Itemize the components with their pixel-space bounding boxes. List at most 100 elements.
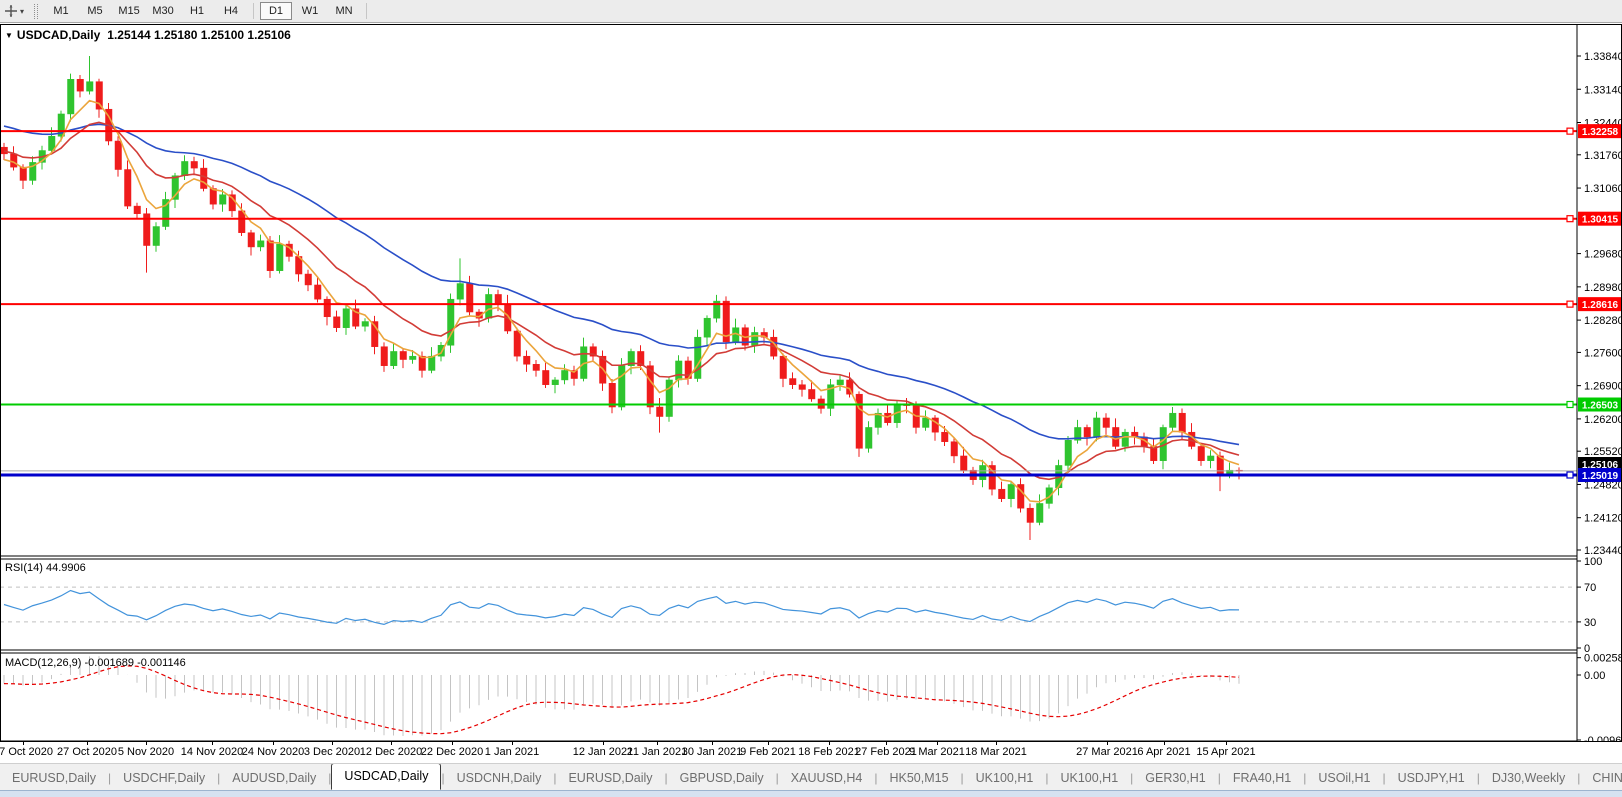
axis-price-label: 1.28616 (1582, 300, 1619, 311)
date-tick (768, 742, 769, 745)
chart-tab-usdjpy-h1[interactable]: USDJPY,H1 (1386, 766, 1477, 790)
macd-tick-label: 0.00 (1584, 670, 1605, 682)
timeframe-button-W1[interactable]: W1 (294, 2, 326, 20)
date-tick (212, 742, 213, 745)
date-label: 17 Oct 2020 (0, 746, 53, 758)
macd-tick-label: 0.00258 (1584, 653, 1622, 665)
macd-histogram (4, 656, 1239, 736)
axis-price-label: 1.26503 (1582, 401, 1619, 412)
chart-tab-china300-h1[interactable]: CHINA300,H1 (1580, 766, 1622, 790)
level-line-marker[interactable] (1567, 301, 1573, 307)
rsi-tick-label: 70 (1584, 582, 1596, 594)
chart-tab-bar: EURUSD,Daily|USDCHF,Daily|AUDUSD,Daily|U… (0, 763, 1622, 790)
date-tick (391, 742, 392, 745)
price-tick-label: 1.26900 (1584, 381, 1622, 393)
mt4-window: ▾ M1M5M15M30H1H4 D1W1MN ▼ USDCAD,Daily 1.25… (0, 0, 1622, 797)
price-chart-canvas[interactable]: 1.338401.331401.324401.317601.310601.296… (0, 24, 1622, 742)
mid-ma-line (4, 122, 1239, 479)
date-label: 24 Nov 2020 (242, 746, 304, 758)
price-tick-label: 1.33840 (1584, 51, 1622, 63)
cursor-tool-group[interactable]: ▾ (0, 4, 28, 18)
macd-tick-label: -0.009687 (1584, 735, 1622, 742)
chart-title-symbol: USDCAD,Daily (17, 28, 100, 42)
date-tick (512, 742, 513, 745)
timeframe-button-MN[interactable]: MN (328, 2, 360, 20)
date-label: 14 Nov 2020 (181, 746, 243, 758)
date-label: 3 Dec 2020 (304, 746, 360, 758)
rsi-tick-label: 100 (1584, 556, 1602, 568)
price-tick-label: 1.28980 (1584, 282, 1622, 294)
price-tick-label: 1.25520 (1584, 446, 1622, 458)
chart-tab-ger30-h1[interactable]: GER30,H1 (1133, 766, 1217, 790)
date-label: 5 Nov 2020 (118, 746, 174, 758)
date-label: 21 Jan 2021 (627, 746, 688, 758)
date-tick (332, 742, 333, 745)
top-toolbar: ▾ M1M5M15M30H1H4 D1W1MN (0, 0, 1622, 23)
chart-tab-audusd-daily[interactable]: AUDUSD,Daily (220, 766, 328, 790)
timeframe-toolbar: M1M5M15M30H1H4 D1W1MN (44, 2, 372, 20)
price-tick-label: 1.27600 (1584, 347, 1622, 359)
date-tick (603, 742, 604, 745)
chart-tab-usdcad-daily[interactable]: USDCAD,Daily (331, 763, 441, 790)
chart-tab-fra40-h1[interactable]: FRA40,H1 (1221, 766, 1303, 790)
chart-tab-usdcnh-daily[interactable]: USDCNH,Daily (445, 766, 554, 790)
axis-price-label: 1.30415 (1582, 215, 1619, 226)
timeframe-button-H4[interactable]: H4 (215, 2, 247, 20)
date-label: 15 Apr 2021 (1196, 746, 1255, 758)
toolbar-separator (253, 3, 254, 19)
price-tick-label: 1.33140 (1584, 84, 1622, 96)
date-label: 6 Apr 2021 (1137, 746, 1190, 758)
timeframe-button-M1[interactable]: M1 (45, 2, 77, 20)
chart-title-ohlc: 1.25144 1.25180 1.25100 1.25106 (107, 28, 291, 42)
date-tick (712, 742, 713, 745)
date-tick (273, 742, 274, 745)
timeframe-button-D1[interactable]: D1 (260, 2, 292, 20)
price-tick-label: 1.31760 (1584, 150, 1622, 162)
date-label: 12 Dec 2020 (360, 746, 422, 758)
chart-tab-xauusd-h4[interactable]: XAUUSD,H4 (779, 766, 875, 790)
date-label: 9 Feb 2021 (740, 746, 796, 758)
chart-tab-hk50-m15[interactable]: HK50,M15 (877, 766, 960, 790)
timeframe-button-M15[interactable]: M15 (113, 2, 145, 20)
chevron-down-icon[interactable]: ▾ (20, 7, 24, 16)
chart-title: ▼ USDCAD,Daily 1.25144 1.25180 1.25100 1.2… (5, 28, 291, 42)
price-tick-label: 1.28280 (1584, 315, 1622, 327)
rsi-tick-label: 30 (1584, 617, 1596, 629)
chart-tab-uk100-h1[interactable]: UK100,H1 (964, 766, 1046, 790)
level-line-marker[interactable] (1567, 402, 1573, 408)
chart-tab-usdchf-daily[interactable]: USDCHF,Daily (111, 766, 217, 790)
chart-tab-usoil-h1[interactable]: USOil,H1 (1306, 766, 1382, 790)
date-tick (1164, 742, 1165, 745)
timeframe-button-M5[interactable]: M5 (79, 2, 111, 20)
toolbar-grip[interactable] (34, 4, 38, 19)
date-label: 27 Mar 2021 (1076, 746, 1138, 758)
date-tick (829, 742, 830, 745)
date-label: 27 Feb 2021 (855, 746, 917, 758)
date-tick (937, 742, 938, 745)
date-tick (1226, 742, 1227, 745)
chart-tab-uk100-h1[interactable]: UK100,H1 (1048, 766, 1130, 790)
date-label: 22 Dec 2020 (421, 746, 483, 758)
chart-tab-eurusd-daily[interactable]: EURUSD,Daily (0, 766, 108, 790)
level-line-marker[interactable] (1567, 216, 1573, 222)
timeframe-button-H1[interactable]: H1 (181, 2, 213, 20)
chart-dropdown-icon[interactable]: ▼ (5, 31, 13, 40)
date-tick (146, 742, 147, 745)
macd-indicator-label: MACD(12,26,9) -0.001689 -0.001146 (5, 657, 186, 669)
date-tick (996, 742, 997, 745)
chart-tab-gbpusd-daily[interactable]: GBPUSD,Daily (668, 766, 776, 790)
price-tick-label: 1.31060 (1584, 183, 1622, 195)
timeframe-button-M30[interactable]: M30 (147, 2, 179, 20)
level-line-marker[interactable] (1567, 128, 1573, 134)
level-line-marker[interactable] (1567, 472, 1573, 478)
status-strip (0, 790, 1622, 797)
axis-price-label: 1.32258 (1582, 127, 1619, 138)
chart-tab-dj30-weekly[interactable]: DJ30,Weekly (1480, 766, 1577, 790)
chart-tab-eurusd-daily[interactable]: EURUSD,Daily (556, 766, 664, 790)
date-tick (452, 742, 453, 745)
date-label: 1 Jan 2021 (485, 746, 539, 758)
rsi-indicator-label: RSI(14) 44.9906 (5, 562, 86, 574)
toolbar-separator (366, 3, 367, 19)
date-axis[interactable]: 17 Oct 202027 Oct 20205 Nov 202014 Nov 2… (0, 742, 1622, 763)
crosshair-cursor-icon[interactable] (4, 4, 18, 18)
